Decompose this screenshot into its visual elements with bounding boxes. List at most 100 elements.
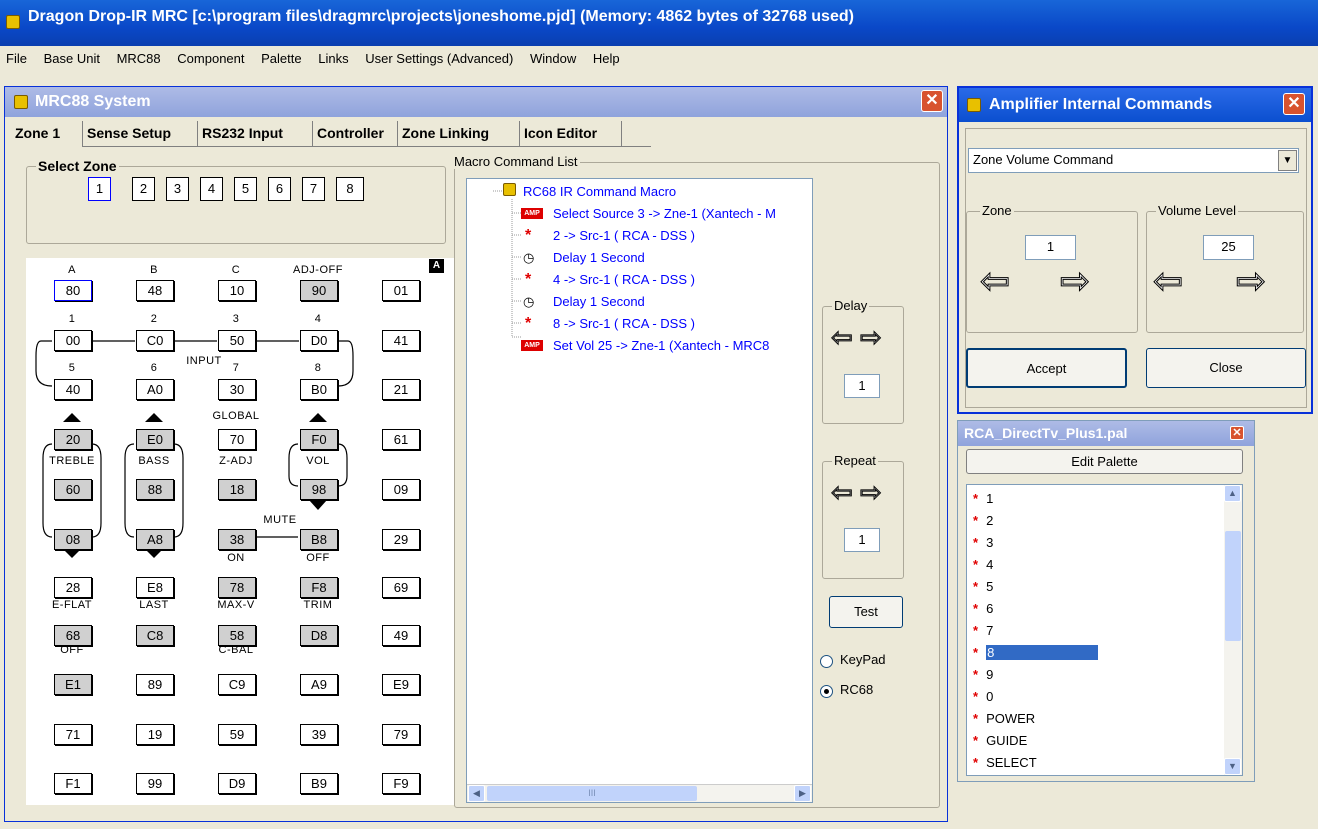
palette-item[interactable]: * POWER — [973, 711, 1035, 726]
keypad-key[interactable]: A0 — [136, 379, 174, 400]
repeat-field[interactable]: 1 — [844, 528, 880, 552]
macro-item[interactable]: Set Vol 25 -> Zne-1 (Xantech - MRC8 — [553, 338, 769, 353]
zone-button-3[interactable]: 3 — [166, 177, 189, 201]
scroll-right-icon[interactable]: ▶ — [794, 785, 811, 802]
tab-zone-1[interactable]: Zone 1 — [11, 121, 83, 147]
keypad-key[interactable]: 89 — [136, 674, 174, 695]
zone-button-8[interactable]: 8 — [336, 177, 364, 201]
repeat-left-arrow-icon[interactable]: ⇦ — [831, 477, 854, 508]
keypad-key[interactable]: 99 — [136, 773, 174, 794]
macro-item[interactable]: 2 -> Src-1 ( RCA - DSS ) — [553, 228, 695, 243]
keypad-key[interactable]: 29 — [382, 529, 420, 550]
palette-list[interactable]: * 1 * 2 * 3 * 4 * 5 * 6 * 7 * 8 * 9 * 0 * POWER * GUIDE * SELECT … — [966, 484, 1243, 776]
delay-right-arrow-icon[interactable]: ⇨ — [860, 322, 883, 353]
close-icon[interactable]: ✕ — [1230, 426, 1244, 440]
tab-sense-setup[interactable]: Sense Setup — [83, 121, 198, 147]
palette-item[interactable]: * 0 — [973, 689, 993, 704]
keypad-key[interactable]: 30 — [218, 379, 256, 400]
zone-right-arrow-icon[interactable]: ⇨ — [1059, 260, 1090, 302]
palette-item[interactable]: * GUIDE — [973, 733, 1027, 748]
keypad-key[interactable]: 41 — [382, 330, 420, 351]
keypad-key[interactable]: C9 — [218, 674, 256, 695]
keypad-key[interactable]: 69 — [382, 577, 420, 598]
macro-item[interactable]: Select Source 3 -> Zne-1 (Xantech - M — [553, 206, 776, 221]
keypad-key[interactable]: 08 — [54, 529, 92, 550]
keypad-key[interactable]: 21 — [382, 379, 420, 400]
scroll-left-icon[interactable]: ◀ — [468, 785, 485, 802]
keypad-key[interactable]: 18 — [218, 479, 256, 500]
keypad-key[interactable]: 49 — [382, 625, 420, 646]
keypad-key[interactable]: 00 — [54, 330, 92, 351]
macro-item[interactable]: 4 -> Src-1 ( RCA - DSS ) — [553, 272, 695, 287]
keypad-key[interactable]: D8 — [300, 625, 338, 646]
keypad-key[interactable]: C0 — [136, 330, 174, 351]
keypad-key[interactable]: 71 — [54, 724, 92, 745]
keypad-key[interactable]: E1 — [54, 674, 92, 695]
palette-item[interactable]: * 4 — [973, 557, 993, 572]
edit-palette-button[interactable]: Edit Palette — [966, 449, 1243, 474]
palette-item[interactable]: * 7 — [973, 623, 993, 638]
accept-button[interactable]: Accept — [966, 348, 1127, 388]
palette-item[interactable]: * 8 — [973, 645, 1099, 660]
keypad-key[interactable]: E8 — [136, 577, 174, 598]
scroll-up-icon[interactable]: ▲ — [1224, 485, 1241, 502]
zone-button-2[interactable]: 2 — [132, 177, 155, 201]
zone-button-7[interactable]: 7 — [302, 177, 325, 201]
keypad-key[interactable]: 78 — [218, 577, 256, 598]
keypad-key[interactable]: 60 — [54, 479, 92, 500]
keypad-key[interactable]: F1 — [54, 773, 92, 794]
keypad-key[interactable]: 68 — [54, 625, 92, 646]
delay-left-arrow-icon[interactable]: ⇦ — [831, 322, 854, 353]
horizontal-scrollbar[interactable]: ◀ III ▶ — [467, 784, 812, 802]
keypad-key[interactable]: 19 — [136, 724, 174, 745]
close-icon[interactable]: ✕ — [921, 90, 943, 112]
keypad-key[interactable]: 79 — [382, 724, 420, 745]
keypad-key[interactable]: 61 — [382, 429, 420, 450]
keypad-key[interactable]: B9 — [300, 773, 338, 794]
keypad-key[interactable]: E9 — [382, 674, 420, 695]
keypad-key[interactable]: B0 — [300, 379, 338, 400]
menu-help[interactable]: Help — [593, 51, 620, 66]
keypad-key[interactable]: 28 — [54, 577, 92, 598]
vertical-scrollbar[interactable]: ▲ ▼ — [1224, 485, 1242, 775]
keypad-key[interactable]: 10 — [218, 280, 256, 301]
menu-links[interactable]: Links — [318, 51, 348, 66]
palette-item[interactable]: * 2 — [973, 513, 993, 528]
keypad-key[interactable]: 38 — [218, 529, 256, 550]
keypad-key[interactable]: 40 — [54, 379, 92, 400]
zone-button-5[interactable]: 5 — [234, 177, 257, 201]
keypad-key[interactable]: 80 — [54, 280, 92, 301]
menu-component[interactable]: Component — [177, 51, 244, 66]
menu-palette[interactable]: Palette — [261, 51, 301, 66]
keypad-key[interactable]: 90 — [300, 280, 338, 301]
scroll-thumb[interactable]: III — [487, 786, 697, 801]
close-button[interactable]: Close — [1146, 348, 1306, 388]
scroll-down-icon[interactable]: ▼ — [1224, 758, 1241, 775]
volume-field[interactable]: 25 — [1203, 235, 1254, 260]
keypad-key[interactable]: C8 — [136, 625, 174, 646]
tab-zone-linking[interactable]: Zone Linking — [398, 121, 520, 147]
delay-field[interactable]: 1 — [844, 374, 880, 398]
scroll-thumb-vertical[interactable] — [1225, 531, 1241, 641]
keypad-key[interactable]: A9 — [300, 674, 338, 695]
keypad-key[interactable]: 09 — [382, 479, 420, 500]
zone-field[interactable]: 1 — [1025, 235, 1076, 260]
menu-mrc88[interactable]: MRC88 — [117, 51, 161, 66]
keypad-key[interactable]: 01 — [382, 280, 420, 301]
palette-item[interactable]: * 3 — [973, 535, 993, 550]
macro-root[interactable]: RC68 IR Command Macro — [523, 184, 676, 199]
command-select[interactable]: Zone Volume Command ▼ — [968, 148, 1299, 173]
dropdown-arrow-icon[interactable]: ▼ — [1278, 150, 1297, 171]
volume-right-arrow-icon[interactable]: ⇨ — [1235, 260, 1266, 302]
repeat-right-arrow-icon[interactable]: ⇨ — [860, 477, 883, 508]
tab-rs232-input[interactable]: RS232 Input — [198, 121, 313, 147]
zone-button-1[interactable]: 1 — [88, 177, 111, 201]
keypad-key[interactable]: 20 — [54, 429, 92, 450]
menu-file[interactable]: File — [6, 51, 27, 66]
palette-item[interactable]: * 9 — [973, 667, 993, 682]
zone-button-6[interactable]: 6 — [268, 177, 291, 201]
menu-base-unit[interactable]: Base Unit — [44, 51, 100, 66]
macro-item[interactable]: 8 -> Src-1 ( RCA - DSS ) — [553, 316, 695, 331]
keypad-key[interactable]: 58 — [218, 625, 256, 646]
rc68-radio[interactable] — [820, 685, 833, 698]
